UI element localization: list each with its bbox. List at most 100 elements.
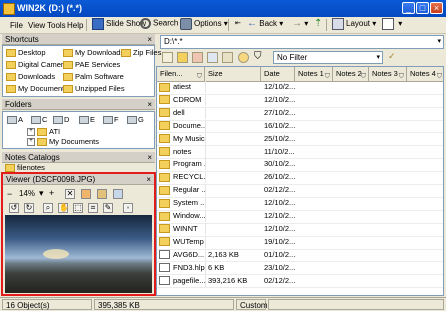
crop-icon[interactable]: ⌗ [88, 203, 98, 213]
close-icon[interactable]: × [147, 99, 152, 110]
chevron-down-icon[interactable]: ▾ [437, 36, 441, 48]
layout-button[interactable]: Layout ▾ [332, 18, 376, 32]
notes-3-cell[interactable] [369, 262, 407, 274]
menu-tools[interactable]: Tools [47, 21, 66, 30]
file-row[interactable]: AVG6D... 2,163 KB 01/10/2... [157, 248, 443, 263]
forward-button[interactable]: → ▾ [292, 18, 308, 32]
filter-icon[interactable]: ⛉ [325, 70, 330, 81]
column-notes-2[interactable]: Notes 2 ⛉ [333, 67, 369, 81]
notes-3-cell[interactable] [369, 236, 407, 248]
notes-3-cell[interactable] [369, 120, 407, 132]
notes-1-cell[interactable] [295, 184, 333, 196]
clear-filter-icon[interactable]: ✓ [388, 51, 396, 62]
file-row[interactable]: Docume... 16/10/2... [157, 119, 443, 134]
notes-4-cell[interactable] [407, 197, 443, 209]
notes-3-cell[interactable] [369, 94, 407, 106]
notes-3-cell[interactable] [369, 210, 407, 222]
close-icon[interactable]: × [146, 174, 151, 185]
notes-3-cell[interactable] [369, 171, 407, 183]
notes-2-cell[interactable] [333, 146, 369, 158]
file-row[interactable]: RECYCL... 26/10/2... [157, 171, 443, 186]
notes-3-cell[interactable] [369, 146, 407, 158]
filter-icon[interactable]: ⛉ [361, 70, 366, 81]
menu-help[interactable]: Help [67, 21, 83, 30]
tree-item-ati[interactable]: + ATI [27, 127, 60, 137]
zoom-dropdown-icon[interactable]: ▾ [39, 188, 44, 199]
filter-icon[interactable]: ⛉ [197, 70, 202, 81]
menu-view[interactable]: View [28, 21, 45, 30]
notes-1-cell[interactable] [295, 107, 333, 119]
notes-1-cell[interactable] [295, 210, 333, 222]
notes-3-cell[interactable] [369, 158, 407, 170]
drive-e[interactable]: E [79, 115, 95, 125]
notes-3-cell[interactable] [369, 223, 407, 235]
file-row[interactable]: CDROM 12/10/2... [157, 93, 443, 108]
search-button[interactable]: Search [140, 18, 178, 32]
notes-1-cell[interactable] [295, 81, 333, 93]
notes-4-cell[interactable] [407, 262, 443, 274]
notes-1-cell[interactable] [295, 249, 333, 261]
notes-1-cell[interactable] [295, 223, 333, 235]
save-icon[interactable]: ▪ [123, 203, 133, 213]
zoom-out-button[interactable]: − [7, 189, 12, 199]
file-row[interactable]: Program ... 30/10/2... [157, 158, 443, 173]
notes-4-cell[interactable] [407, 223, 443, 235]
shortcut-unzipped-files[interactable]: Unzipped Files [63, 84, 125, 94]
notes-1-cell[interactable] [295, 120, 333, 132]
delete-icon[interactable] [192, 52, 203, 63]
column-date[interactable]: Date [261, 67, 295, 81]
shortcut-desktop[interactable]: Desktop [6, 48, 46, 58]
path-input[interactable]: D:\*.* ▾ [160, 35, 444, 49]
column-notes-1[interactable]: Notes 1 ⛉ [295, 67, 333, 81]
file-row[interactable]: Regular ... 02/12/2... [157, 184, 443, 198]
notes-1-cell[interactable] [295, 133, 333, 145]
minimize-button[interactable]: _ [402, 2, 415, 14]
fit-window-icon[interactable]: ✕ [65, 189, 75, 199]
details-view-icon[interactable] [207, 52, 218, 63]
notes-1-cell[interactable] [295, 197, 333, 209]
shortcut-digital-camera[interactable]: Digital Camera [6, 60, 68, 70]
file-row[interactable]: Window... 12/10/2... [157, 210, 443, 224]
notes-2-cell[interactable] [333, 275, 369, 287]
menu-file[interactable]: File [10, 21, 23, 30]
notes-4-cell[interactable] [407, 81, 443, 93]
close-button[interactable]: × [430, 2, 443, 14]
select-icon[interactable]: ⬚ [73, 203, 83, 213]
image-icon[interactable] [81, 189, 91, 199]
notes-3-cell[interactable] [369, 275, 407, 287]
notes-2-cell[interactable] [333, 223, 369, 235]
shortcut-my-documents[interactable]: My Documents [6, 84, 68, 94]
maximize-button[interactable]: □ [416, 2, 429, 14]
notes-2-cell[interactable] [333, 81, 369, 93]
notes-4-cell[interactable] [407, 210, 443, 222]
notes-4-cell[interactable] [407, 146, 443, 158]
chevron-down-icon[interactable]: ▾ [376, 52, 380, 63]
notes-2-cell[interactable] [333, 133, 369, 145]
notes-3-cell[interactable] [369, 249, 407, 261]
view-mode-button[interactable]: ▾ [382, 18, 402, 32]
edit-icon[interactable] [113, 189, 123, 199]
slideshow-button[interactable]: Slide Show [92, 18, 146, 32]
zoom-in-button[interactable]: + [49, 188, 54, 198]
notes-4-cell[interactable] [407, 236, 443, 248]
expand-icon[interactable]: + [27, 128, 35, 137]
column-notes-3[interactable]: Notes 3 ⛉ [369, 67, 407, 81]
folder-up-icon[interactable] [162, 52, 173, 63]
notes-4-cell[interactable] [407, 171, 443, 183]
drive-f[interactable]: F [103, 115, 119, 125]
shortcut-downloads[interactable]: Downloads [6, 72, 55, 82]
file-row[interactable]: pagefile... 393,216 KB 02/12/2... [157, 274, 443, 289]
shortcut-pae-services[interactable]: PAE Services [63, 60, 120, 70]
shortcut-my-downloads[interactable]: My Downloads [63, 48, 124, 58]
notes-2-cell[interactable] [333, 94, 369, 106]
file-row[interactable]: WINNT 12/10/2... [157, 222, 443, 237]
notes-2-cell[interactable] [333, 197, 369, 209]
filter-select[interactable]: No Filter ▾ [273, 51, 383, 64]
notes-2-cell[interactable] [333, 107, 369, 119]
rotate-right-icon[interactable]: ↻ [24, 203, 34, 213]
column-filename[interactable]: Filen... ⛉ [157, 67, 205, 81]
notes-1-cell[interactable] [295, 158, 333, 170]
notes-2-cell[interactable] [333, 236, 369, 248]
rotate-left-icon[interactable]: ↺ [9, 203, 19, 213]
filter-icon[interactable]: ⛉ [399, 70, 404, 81]
